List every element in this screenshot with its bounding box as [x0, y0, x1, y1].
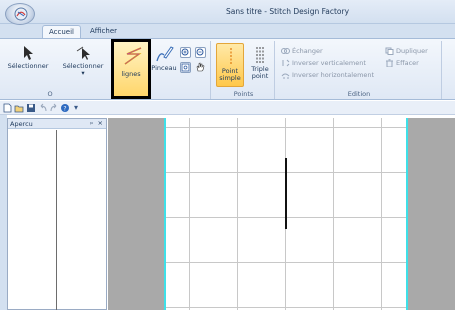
edition-group: Échanger Inverser verticalement Inverser… [277, 41, 442, 99]
single-point-icon [230, 48, 232, 64]
duplicate-label: Dupliquer [396, 47, 428, 55]
erase-button[interactable]: Effacer [385, 59, 419, 67]
close-icon[interactable]: × [98, 119, 103, 127]
pin-icon[interactable]: ᵖ [90, 120, 93, 128]
pan-hand-button[interactable] [195, 62, 206, 73]
erase-icon [386, 59, 393, 67]
left-frame [0, 115, 7, 310]
brush-icon [156, 46, 174, 62]
undo-icon[interactable] [38, 103, 48, 113]
select-button-label: Sélectionner [7, 62, 49, 70]
lines-button-label: lignes [121, 70, 141, 78]
zoom-out-icon [196, 48, 204, 56]
preview-panel-header: Apercu ᵖ × [8, 119, 106, 129]
help-icon[interactable]: ? [60, 103, 70, 113]
ribbon: Sélectionner Sélectionner ▾ lignes Pince… [0, 38, 455, 100]
stitch-line[interactable] [285, 158, 287, 229]
window-title: Sans titre - Stitch Design Factory [225, 7, 350, 16]
triple-point-icon [256, 47, 264, 63]
sheet-right-edge [406, 118, 408, 310]
tab-accueil[interactable]: Accueil [42, 25, 81, 38]
zoom-out-button[interactable] [195, 47, 206, 58]
swap-label: Échanger [292, 47, 323, 55]
edition-group-label: Edition [347, 90, 371, 98]
flip-vertical-button[interactable]: Inverser verticalement [281, 59, 366, 67]
hand-icon [196, 62, 205, 72]
preview-panel-title: Apercu [10, 120, 33, 128]
app-logo-icon [14, 7, 28, 21]
lines-button[interactable]: lignes [111, 39, 151, 99]
quick-access-toolbar: ? ▾ [0, 101, 455, 115]
points-group: Point simple Triple point Points [213, 41, 275, 99]
zoom-fit-icon [181, 63, 190, 72]
save-icon[interactable] [26, 103, 36, 113]
lasso-select-icon [76, 46, 90, 60]
application-menu-button[interactable] [5, 3, 35, 25]
flip-horizontal-icon [281, 73, 290, 79]
title-bar: Sans titre - Stitch Design Factory [0, 0, 455, 25]
select-tools-group: Sélectionner Sélectionner ▾ lignes Pince… [0, 39, 211, 99]
qat-customize-icon[interactable]: ▾ [74, 103, 78, 112]
panel-divider [56, 130, 57, 310]
select-lasso-button[interactable]: Sélectionner ▾ [60, 45, 106, 77]
flip-vertical-label: Inverser verticalement [292, 59, 366, 67]
triple-point-label-2: point [251, 72, 269, 80]
ribbon-tabs: Accueil Afficher [0, 24, 455, 38]
flip-horizontal-button[interactable]: Inverser horizontalement [281, 71, 374, 79]
zigzag-lines-icon [124, 47, 142, 65]
triple-point-button[interactable]: Triple point [246, 43, 274, 87]
brush-button[interactable]: Pinceau [150, 45, 178, 72]
open-file-icon[interactable] [14, 103, 24, 113]
sheet-left-edge [164, 118, 166, 310]
duplicate-button[interactable]: Dupliquer [385, 47, 428, 55]
preview-panel: Apercu ᵖ × [7, 118, 107, 310]
select-button[interactable]: Sélectionner [6, 45, 50, 70]
chevron-down-icon: ▾ [81, 69, 85, 77]
swap-icon [281, 48, 290, 54]
duplicate-icon [385, 47, 394, 55]
swap-button[interactable]: Échanger [281, 47, 323, 55]
brush-button-label: Pinceau [151, 64, 177, 72]
flip-horizontal-label: Inverser horizontalement [292, 71, 375, 79]
select-group-label: O [47, 90, 53, 98]
flip-vertical-icon [282, 59, 290, 67]
zoom-in-button[interactable] [180, 47, 191, 58]
new-file-icon[interactable] [3, 103, 12, 113]
erase-label: Effacer [396, 59, 419, 67]
zoom-fit-button[interactable] [180, 62, 191, 73]
arrow-cursor-icon [24, 46, 33, 60]
svg-text:?: ? [63, 106, 66, 113]
single-point-label-2: simple [219, 74, 241, 82]
redo-icon[interactable] [49, 103, 59, 113]
tab-afficher[interactable]: Afficher [84, 25, 123, 38]
single-point-button[interactable]: Point simple [216, 43, 244, 87]
zoom-in-icon [181, 48, 189, 56]
points-group-label: Points [233, 90, 254, 98]
